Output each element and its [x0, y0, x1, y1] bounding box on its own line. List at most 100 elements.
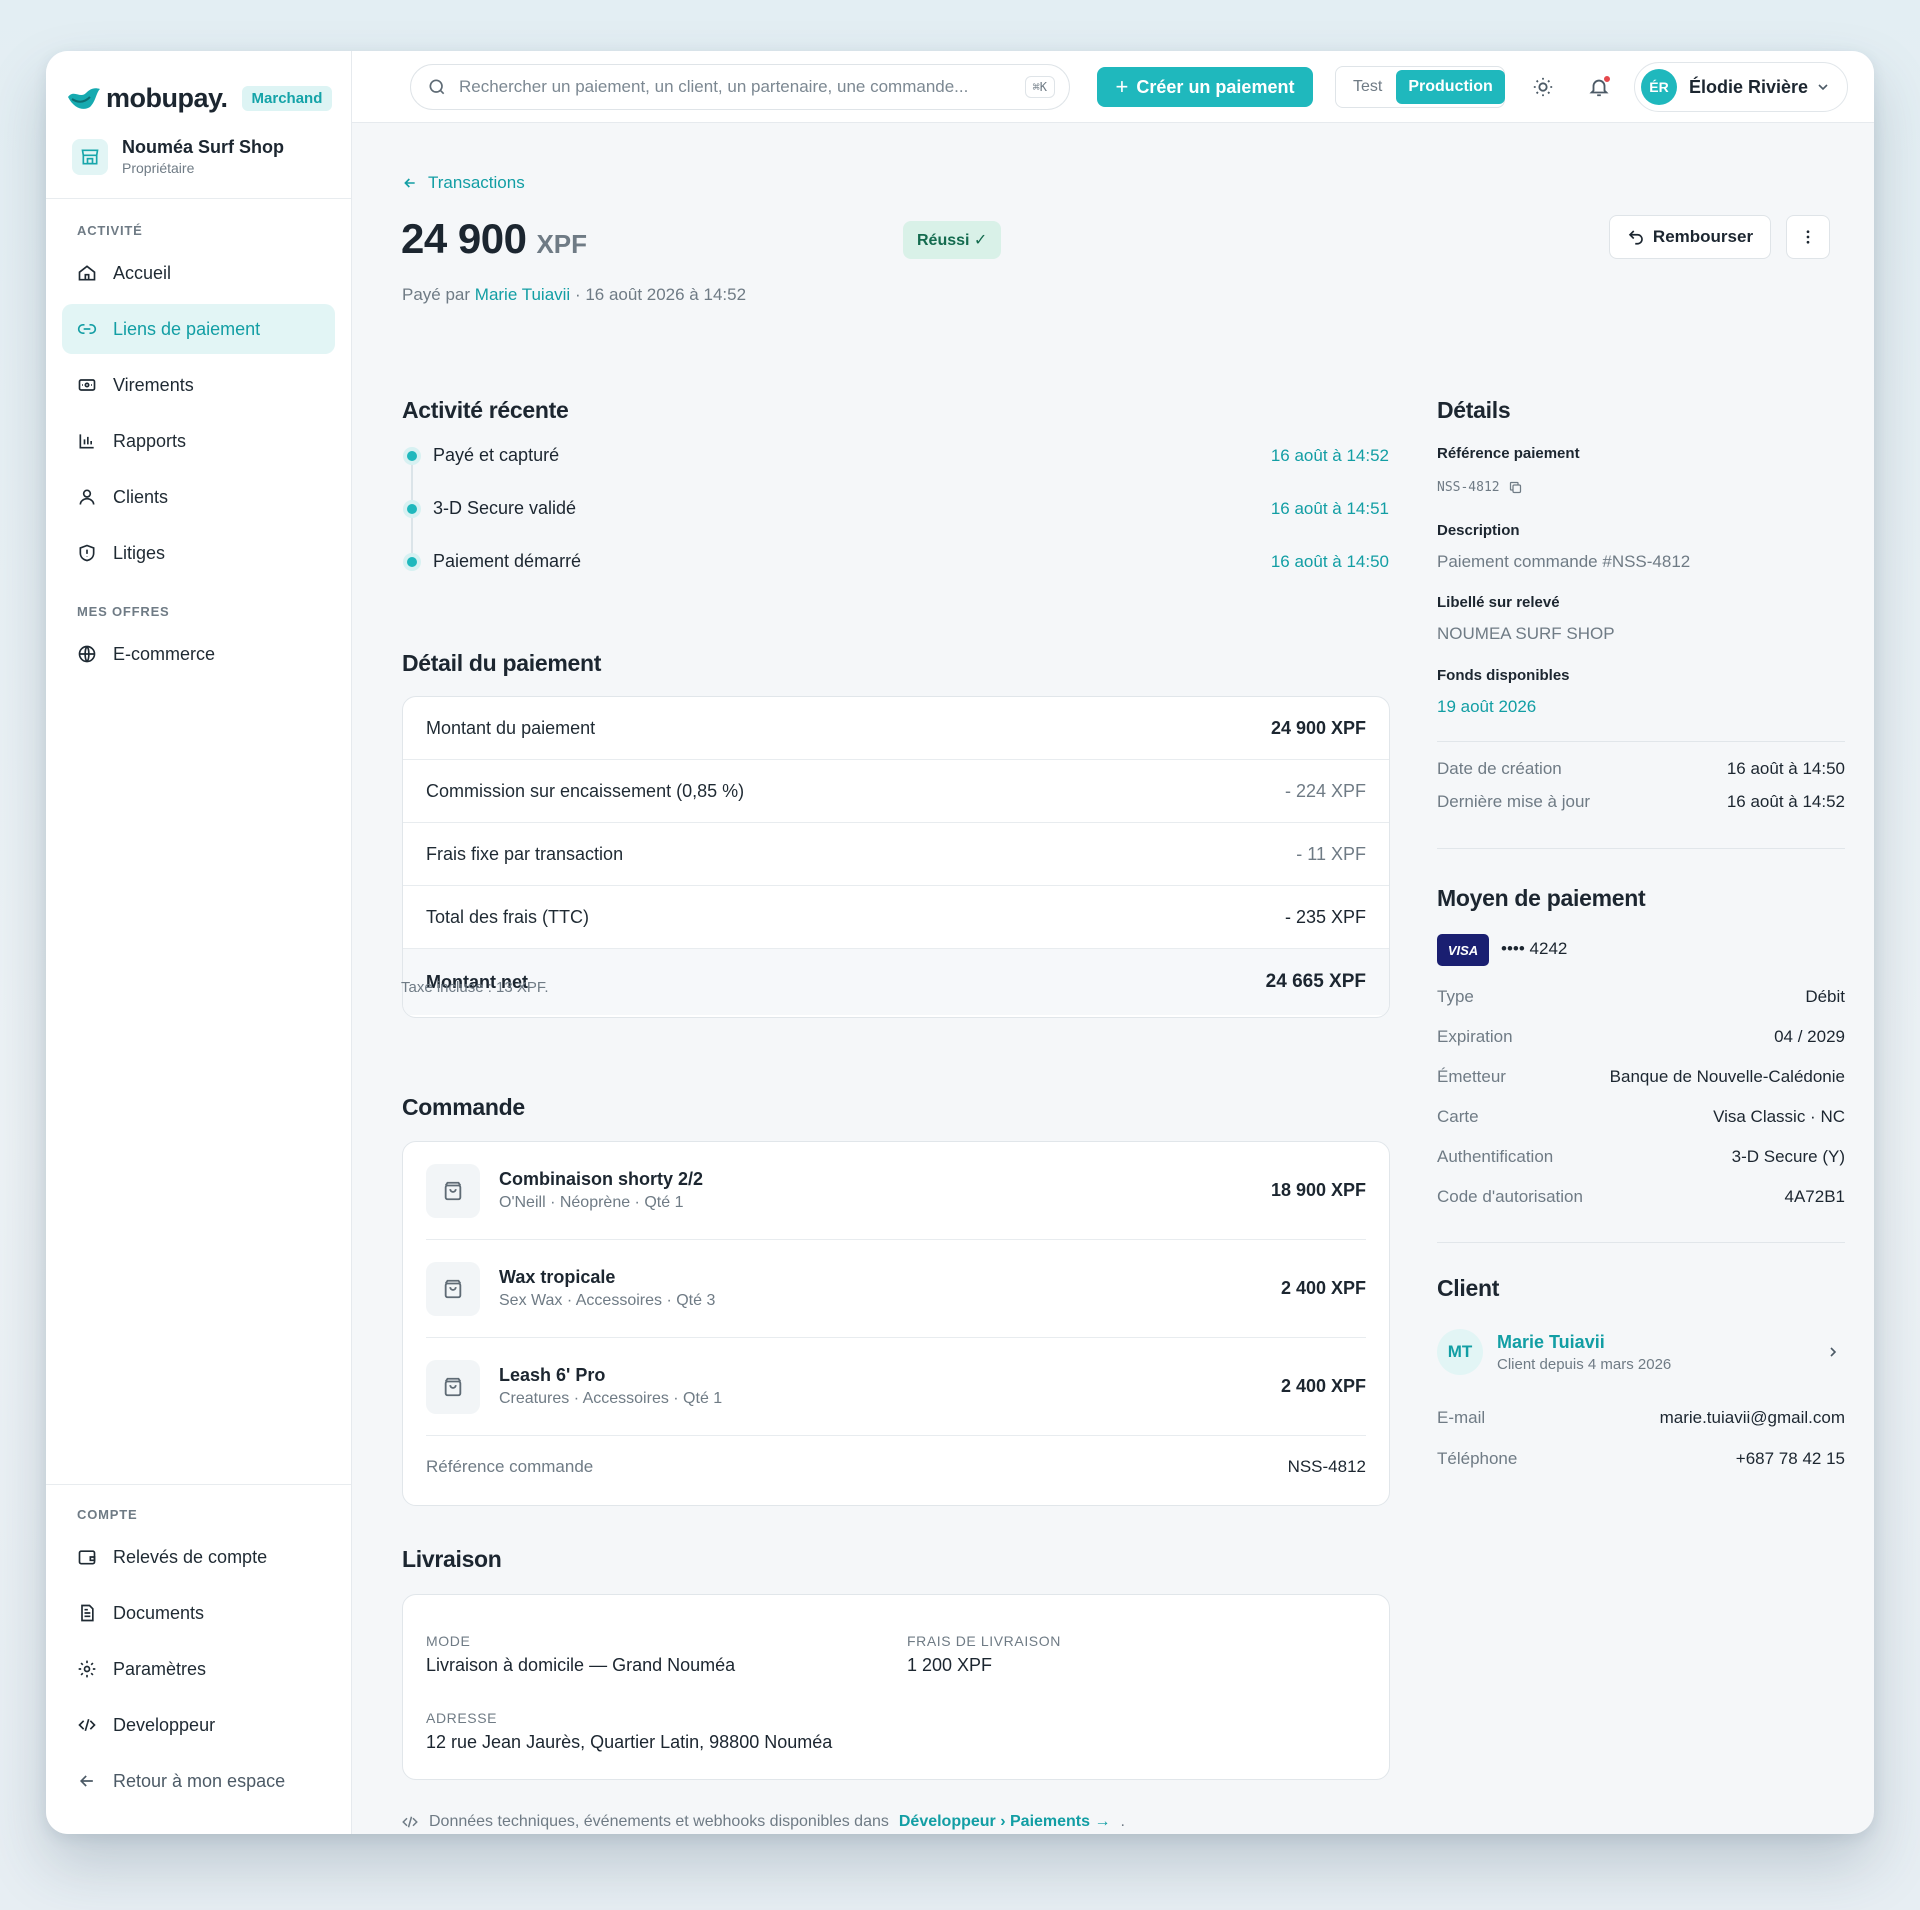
chart-icon — [79, 434, 94, 449]
sidebar-item-parametres[interactable]: Paramètres — [62, 1644, 335, 1694]
timeline-dot — [407, 450, 417, 461]
fee-label: Montant du paiement — [426, 717, 596, 738]
sidebar-item-label: Clients — [113, 486, 169, 507]
item-name: Combinaison shorty 2/2 — [499, 1169, 704, 1189]
sidebar-item-liens-de-paiement[interactable]: Liens de paiement — [62, 304, 335, 354]
more-actions-button[interactable] — [1786, 215, 1830, 259]
pm-value: 4A72B1 — [1784, 1187, 1846, 1206]
sidebar-item-virements[interactable]: Virements — [62, 360, 335, 410]
card-masked-number: •••• 4242 — [1501, 939, 1568, 958]
tax-note: Taxe incluse : 13 XPF. — [401, 979, 549, 996]
event-label: Payé et capturé — [433, 445, 560, 465]
sidebar-item-accueil[interactable]: Accueil — [62, 248, 335, 298]
delivery-fee-label: FRAIS DE LIVRAISON — [907, 1633, 1061, 1649]
delivery-address: ADRESSE 12 rue Jean Jaurès, Quartier Lat… — [426, 1710, 832, 1753]
pm-row: Émetteur Banque de Nouvelle-Calédonie — [1437, 1067, 1845, 1087]
search-input[interactable]: Rechercher un paiement, un client, un pa… — [459, 77, 1025, 97]
amount-value: 24 900 — [401, 215, 527, 262]
arrow-left-icon — [404, 178, 415, 188]
sidebar-item-label: Litiges — [113, 542, 166, 563]
user-icon — [79, 489, 95, 505]
pm-row: Carte Visa Classic · NC — [1437, 1107, 1845, 1127]
code-icon — [402, 1816, 418, 1828]
sun-icon — [1533, 77, 1553, 97]
funds-value: 19 août 2026 — [1437, 697, 1537, 716]
client-title: Client — [1437, 1275, 1500, 1301]
create-payment-button[interactable]: + Créer un paiement — [1097, 67, 1313, 107]
sidebar-item-e-commerce[interactable]: E-commerce — [62, 629, 335, 679]
pm-value: 3-D Secure (Y) — [1731, 1147, 1845, 1166]
client-email-value[interactable]: marie.tuiavii@gmail.com — [1660, 1408, 1845, 1428]
order-title: Commande — [402, 1094, 525, 1120]
fee-label: Frais fixe par transaction — [426, 843, 624, 864]
client-phone-value[interactable]: +687 78 42 15 — [1736, 1449, 1845, 1469]
theme-toggle-button[interactable] — [1529, 73, 1557, 101]
refund-button[interactable]: Rembourser — [1609, 215, 1771, 259]
delivery-mode-label: MODE — [426, 1633, 471, 1649]
details-divider — [1437, 1242, 1845, 1243]
undo-icon — [1628, 230, 1643, 245]
sidebar-item-rapports[interactable]: Rapports — [62, 416, 335, 466]
home-icon — [78, 265, 96, 281]
user-menu[interactable]: ÉR Élodie Rivière — [1634, 62, 1848, 112]
created-label: Date de création — [1437, 759, 1562, 778]
content: Transactions 24 900 XPF Réussi ✓ Payé pa… — [352, 123, 1874, 1834]
order-item[interactable]: Leash 6' Pro Creatures · Accessoires · Q… — [426, 1338, 1366, 1436]
sidebar-item-releves[interactable]: Relevés de compte — [62, 1532, 335, 1582]
fee-row: Commission sur encaissement (0,85 %) - 2… — [403, 760, 1389, 823]
mode-production-option[interactable]: Production — [1396, 70, 1505, 104]
code-icon — [78, 1718, 96, 1732]
item-price: 2 400 XPF — [1280, 1278, 1366, 1298]
sidebar-item-label: Developpeur — [113, 1714, 216, 1735]
pm-label: Authentification — [1437, 1147, 1554, 1166]
fee-row: Frais fixe par transaction - 11 XPF — [403, 823, 1389, 886]
pm-value: Banque de Nouvelle-Calédonie — [1609, 1067, 1845, 1086]
wallet-icon — [78, 1550, 96, 1565]
details-divider — [1437, 741, 1845, 742]
developer-note: Données techniques, événements et webhoo… — [401, 1813, 1125, 1831]
sidebar-item-label: Relevés de compte — [113, 1546, 268, 1567]
copy-icon[interactable] — [1508, 480, 1523, 495]
item-price: 18 900 XPF — [1270, 1180, 1366, 1200]
created-row: Date de création 16 août à 14:50 — [1437, 759, 1845, 779]
store-icon — [72, 138, 108, 175]
status-badge: Réussi ✓ — [903, 221, 1002, 259]
updated-value: 16 août à 14:52 — [1726, 792, 1845, 811]
order-item[interactable]: Combinaison shorty 2/2 O'Neill · Néoprèn… — [426, 1142, 1366, 1240]
sidebar-item-documents[interactable]: Documents — [62, 1588, 335, 1638]
paid-by-prefix: Payé par — [402, 285, 471, 304]
shop-switcher[interactable]: Nouméa Surf Shop Propriétaire — [46, 123, 351, 176]
back-to-transactions-link[interactable]: Transactions — [402, 173, 525, 193]
event-time: 16 août à 14:52 — [1270, 445, 1389, 465]
mode-switch: Test Production — [1335, 66, 1505, 108]
order-item[interactable]: Wax tropicale Sex Wax · Accessoires · Qt… — [426, 1240, 1366, 1338]
item-subtitle: Creatures · Accessoires · Qté 1 — [499, 1390, 723, 1407]
search-bar[interactable]: Rechercher un paiement, un client, un pa… — [410, 64, 1070, 110]
item-subtitle: Sex Wax · Accessoires · Qté 3 — [499, 1292, 716, 1309]
sidebar-item-developpeur[interactable]: Developpeur — [62, 1700, 335, 1750]
fee-label: Commission sur encaissement (0,85 %) — [426, 780, 745, 801]
payment-ref-label: Référence paiement — [1437, 445, 1580, 462]
fee-value: - 224 XPF — [1284, 780, 1366, 801]
brand[interactable]: mobupay. Marchand — [46, 51, 351, 123]
app-window: mobupay. Marchand Nouméa Surf Shop Propr… — [46, 51, 1874, 1834]
more-vertical-icon — [1806, 230, 1810, 244]
sidebar-item-clients[interactable]: Clients — [62, 472, 335, 522]
event-label: 3-D Secure validé — [433, 498, 577, 518]
client-card[interactable]: MT Marie Tuiavii Client depuis 4 mars 20… — [1437, 1329, 1845, 1375]
fee-value: 24 900 XPF — [1270, 717, 1366, 738]
sidebar-item-litiges[interactable]: Litiges — [62, 528, 335, 578]
sidebar-item-retour[interactable]: Retour à mon espace — [62, 1756, 335, 1806]
notifications-button[interactable] — [1585, 73, 1613, 101]
mode-test-option[interactable]: Test — [1339, 70, 1396, 104]
delivery-fee-value: 1 200 XPF — [907, 1655, 993, 1675]
payment-ref-value: NSS-4812 — [1437, 480, 1500, 495]
developer-note-suffix: . — [1120, 1813, 1125, 1830]
developer-payments-link[interactable]: Développeur › Paiements → — [899, 1813, 1111, 1831]
item-name: Wax tropicale — [499, 1267, 616, 1287]
timeline-dot — [407, 503, 417, 514]
payer-link[interactable]: Marie Tuiavii — [475, 285, 570, 304]
item-name: Leash 6' Pro — [499, 1365, 606, 1385]
avatar: ÉR — [1641, 69, 1677, 105]
event-label: Paiement démarré — [433, 551, 582, 571]
